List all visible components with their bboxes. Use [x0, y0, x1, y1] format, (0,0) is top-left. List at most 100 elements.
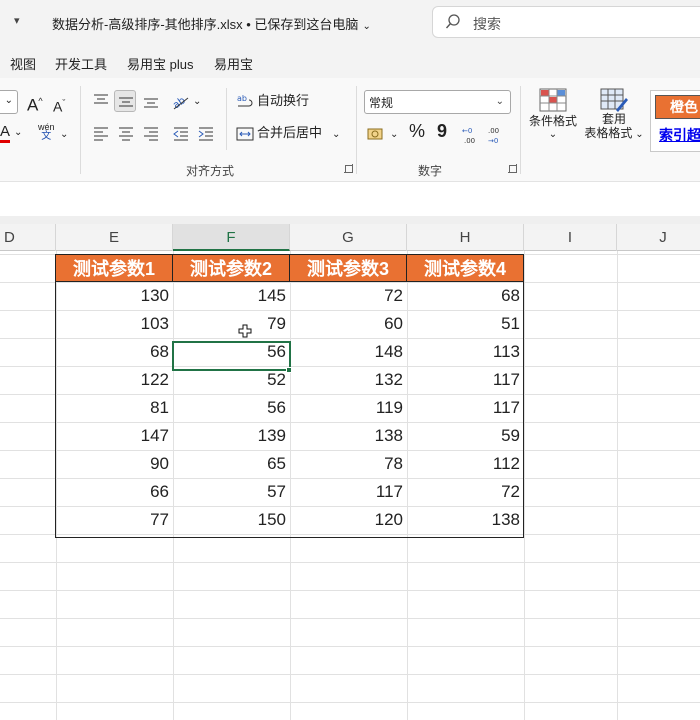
number-group-label: 数字	[418, 164, 443, 178]
table-cell[interactable]: 113	[407, 338, 524, 366]
increase-font-button[interactable]: A^	[27, 92, 43, 115]
align-left-button[interactable]	[90, 122, 112, 144]
phonetic-bottom: 文	[41, 131, 52, 142]
format-as-table-button[interactable]: 套用 表格格式 ⌄	[584, 88, 644, 142]
align-middle-button[interactable]	[114, 90, 136, 112]
table-cell[interactable]: 112	[407, 450, 524, 478]
font-grow-label: A	[27, 95, 39, 115]
number-format-select[interactable]: 常规 ⌄	[364, 90, 511, 114]
header-cell-4[interactable]: 测试参数4	[406, 254, 524, 282]
conditional-format-button[interactable]: 条件格式 ⌄	[526, 88, 580, 140]
align-top-button[interactable]	[90, 90, 112, 112]
font-color-dropdown[interactable]: ⌄	[14, 124, 22, 142]
align-center-icon	[119, 127, 133, 141]
wrap-text-button[interactable]: ab 自动换行	[236, 92, 309, 111]
table-cell[interactable]: 59	[407, 422, 524, 450]
column-header-d[interactable]: D	[0, 224, 56, 251]
active-cell-indicator[interactable]	[172, 341, 291, 371]
column-header-i[interactable]: I	[524, 224, 617, 251]
table-cell[interactable]: 132	[290, 366, 407, 394]
cell-styles-gallery[interactable]: 橙色 索引超	[650, 90, 700, 152]
tab-yiyongbao[interactable]: 易用宝	[214, 54, 253, 73]
document-title[interactable]: 数据分析-高级排序-其他排序.xlsx • 已保存到这台电脑 ⌄	[52, 14, 371, 33]
quick-access-dropdown[interactable]: ▾	[14, 14, 20, 27]
table-cell[interactable]: 138	[407, 506, 524, 534]
row-gridline	[0, 618, 700, 619]
tab-developer[interactable]: 开发工具	[55, 54, 107, 73]
table-cell[interactable]: 145	[173, 282, 290, 310]
percent-button[interactable]: %	[409, 122, 425, 140]
chevron-down-icon: ⌄	[632, 129, 644, 140]
tab-view[interactable]: 视图	[10, 54, 36, 73]
align-bottom-button[interactable]	[140, 90, 162, 112]
number-launcher-icon[interactable]	[508, 164, 517, 173]
table-cell[interactable]: 65	[173, 450, 290, 478]
font-size-select[interactable]: ⌄	[0, 90, 18, 114]
decrease-font-button[interactable]: Aˇ	[53, 94, 65, 116]
increase-decimal-button[interactable]: ←0.00	[461, 124, 483, 146]
font-color-button[interactable]: A	[0, 124, 11, 143]
table-cell[interactable]: 148	[290, 338, 407, 366]
table-cell[interactable]: 78	[290, 450, 407, 478]
accounting-format-button[interactable]	[366, 124, 386, 144]
header-cell-3[interactable]: 测试参数3	[289, 254, 407, 282]
table-cell[interactable]: 72	[290, 282, 407, 310]
table-cell[interactable]: 72	[407, 478, 524, 506]
table-cell[interactable]: 139	[173, 422, 290, 450]
ribbon-separator	[520, 86, 521, 174]
table-cell[interactable]: 79	[173, 310, 290, 338]
chevron-down-icon[interactable]: ⌄	[390, 126, 398, 144]
chevron-down-icon[interactable]: ⌄	[332, 126, 340, 144]
table-cell[interactable]: 138	[290, 422, 407, 450]
header-cell-2[interactable]: 测试参数2	[172, 254, 290, 282]
table-cell[interactable]: 130	[56, 282, 173, 310]
column-header-g[interactable]: G	[290, 224, 407, 251]
formula-bar-gap	[0, 216, 700, 224]
decrease-decimal-button[interactable]: .00 →0	[487, 124, 509, 146]
table-cell[interactable]: 122	[56, 366, 173, 394]
table-cell[interactable]: 103	[56, 310, 173, 338]
wrap-text-label: 自动换行	[257, 93, 310, 108]
tab-yiyongbao-plus[interactable]: 易用宝 plus	[127, 54, 193, 73]
orientation-button[interactable]: ab	[170, 90, 192, 112]
table-cell[interactable]: 120	[290, 506, 407, 534]
table-cell[interactable]: 68	[56, 338, 173, 366]
align-center-button[interactable]	[115, 122, 137, 144]
column-gridline	[617, 251, 618, 720]
style-hyperlink[interactable]: 索引超	[659, 125, 700, 145]
table-cell[interactable]: 117	[407, 394, 524, 422]
table-cell[interactable]: 56	[173, 394, 290, 422]
alignment-launcher-icon[interactable]	[344, 164, 353, 173]
align-right-button[interactable]	[140, 122, 162, 144]
chevron-down-icon[interactable]: ⌄	[193, 93, 201, 111]
table-cell[interactable]: 117	[407, 366, 524, 394]
table-cell[interactable]: 117	[290, 478, 407, 506]
style-orange[interactable]: 橙色	[655, 95, 700, 119]
table-cell[interactable]: 150	[173, 506, 290, 534]
table-cell[interactable]: 147	[56, 422, 173, 450]
increase-indent-button[interactable]	[195, 122, 217, 144]
search-box[interactable]: 搜索	[432, 6, 700, 38]
column-header-f[interactable]: F	[173, 224, 290, 251]
column-header-j[interactable]: J	[617, 224, 700, 251]
table-cell[interactable]: 51	[407, 310, 524, 338]
table-cell[interactable]: 57	[173, 478, 290, 506]
phonetic-button[interactable]: wén 文	[38, 122, 55, 142]
chevron-down-icon[interactable]: ⌄	[60, 126, 68, 144]
table-cell[interactable]: 90	[56, 450, 173, 478]
fill-handle[interactable]	[286, 367, 292, 373]
font-shrink-label: A	[53, 98, 63, 115]
table-cell[interactable]: 77	[56, 506, 173, 534]
merge-center-button[interactable]: 合并后居中	[236, 124, 322, 143]
table-cell[interactable]: 68	[407, 282, 524, 310]
column-header-e[interactable]: E	[56, 224, 173, 251]
conditional-format-label: 条件格式	[528, 114, 577, 128]
decrease-indent-button[interactable]	[170, 122, 192, 144]
comma-style-button[interactable]: 9	[437, 122, 447, 140]
table-cell[interactable]: 60	[290, 310, 407, 338]
table-cell[interactable]: 119	[290, 394, 407, 422]
table-cell[interactable]: 81	[56, 394, 173, 422]
table-cell[interactable]: 66	[56, 478, 173, 506]
column-header-h[interactable]: H	[407, 224, 524, 251]
header-cell-1[interactable]: 测试参数1	[55, 254, 173, 282]
